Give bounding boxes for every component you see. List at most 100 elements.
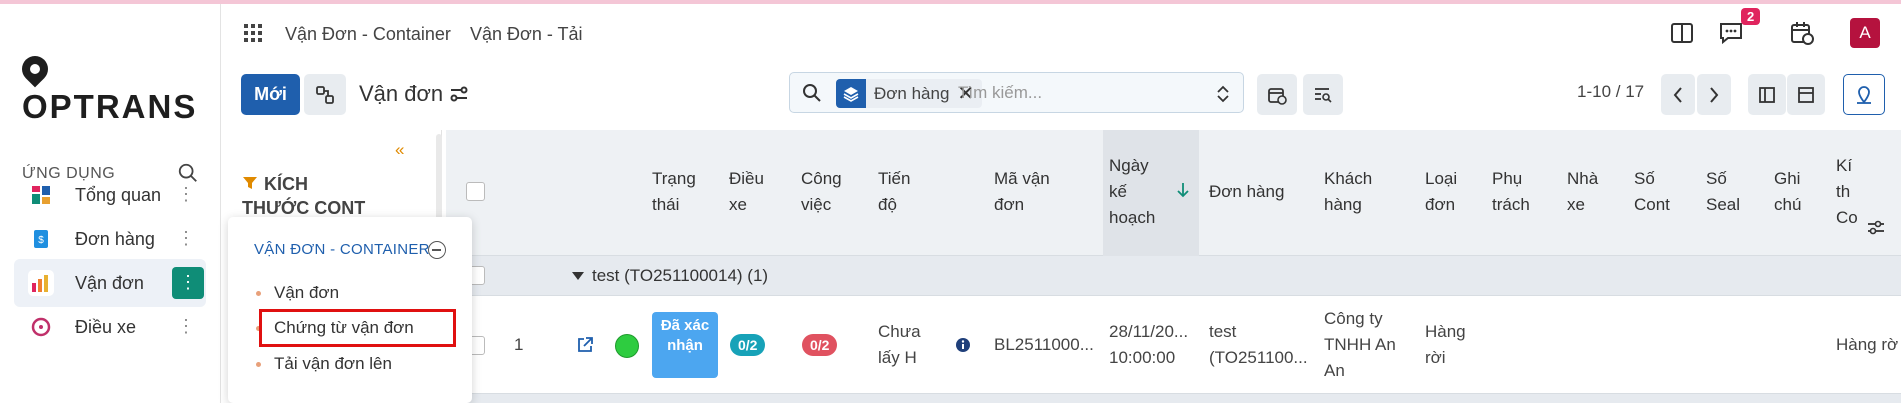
chat-icon[interactable] bbox=[1718, 20, 1744, 46]
sidebar-item-orders[interactable]: $ Đơn hàng ⋮ bbox=[14, 215, 206, 263]
sidebar-item-label: Vận đơn bbox=[75, 272, 144, 293]
sidebar-item-dispatch[interactable]: Điều xe ⋮ bbox=[14, 303, 206, 351]
link-button[interactable] bbox=[304, 74, 346, 115]
col-dispatch[interactable]: Điều xe bbox=[729, 166, 779, 218]
sort-down-icon[interactable] bbox=[1175, 181, 1191, 199]
info-icon[interactable] bbox=[955, 337, 971, 353]
dropdown-header[interactable]: VẬN ĐƠN - CONTAINER bbox=[254, 241, 430, 258]
logo-text: OPTRANS bbox=[22, 88, 198, 125]
table-row[interactable]: 1 Đã xác nhận 0/2 0/2 Chưa lấy H BL25110… bbox=[446, 296, 1901, 394]
search-panel-button[interactable] bbox=[1303, 74, 1343, 115]
calendar-icon bbox=[1268, 87, 1287, 105]
more-options-icon[interactable]: ⋮ bbox=[174, 227, 198, 251]
table-header: Trạng thái Điều xe Công việc Tiến độ Mã … bbox=[446, 130, 1901, 256]
search-bar[interactable]: Đơn hàng ✕ Tìm kiếm... bbox=[789, 72, 1244, 113]
next-page-button[interactable] bbox=[1697, 74, 1731, 115]
menu-item-upload-bills[interactable]: Tải vận đơn lên bbox=[256, 354, 392, 374]
toggle-dropdown-icon[interactable] bbox=[1216, 85, 1230, 103]
more-options-icon[interactable]: ⋮ bbox=[172, 267, 204, 299]
chevron-left-icon bbox=[1673, 86, 1682, 103]
sidebar-item-label: Điều xe bbox=[75, 316, 137, 337]
kanban-view-icon bbox=[1798, 86, 1814, 103]
row-date: 28/11/20... bbox=[1109, 322, 1189, 341]
sidebar-item-overview[interactable]: Tổng quan ⋮ bbox=[14, 171, 206, 219]
topnav-truck[interactable]: Vận Đơn - Tải bbox=[470, 24, 583, 45]
col-order[interactable]: Đơn hàng bbox=[1209, 179, 1284, 205]
topnav-container[interactable]: Vận Đơn - Container bbox=[285, 24, 451, 45]
column-settings-icon[interactable] bbox=[1866, 218, 1886, 236]
filter-title: KÍCH THƯỚC CONT bbox=[242, 172, 372, 220]
row-type: Hàng rời bbox=[1425, 322, 1466, 367]
page-title: Vận đơn bbox=[359, 81, 444, 106]
bar-chart-icon bbox=[28, 270, 54, 296]
calendar-filter-button[interactable] bbox=[1257, 74, 1297, 115]
svg-text:$: $ bbox=[38, 235, 44, 246]
link-icon bbox=[316, 85, 334, 104]
col-jobs[interactable]: Công việc bbox=[801, 166, 851, 218]
more-options-icon[interactable]: ⋮ bbox=[174, 183, 198, 207]
new-button[interactable]: Mới bbox=[241, 74, 300, 115]
collapse-panel-icon[interactable]: « bbox=[395, 140, 404, 160]
search-input[interactable]: Tìm kiếm... bbox=[958, 83, 1042, 103]
col-customer[interactable]: Khách hàng bbox=[1324, 166, 1384, 218]
row-code: BL2511000... bbox=[994, 335, 1094, 354]
status-dot bbox=[615, 334, 639, 358]
layers-icon bbox=[836, 79, 866, 108]
map-pin-icon bbox=[1857, 85, 1871, 104]
col-note[interactable]: Ghi chú bbox=[1774, 166, 1818, 218]
previous-page-button[interactable] bbox=[1661, 74, 1695, 115]
menu-item-bills[interactable]: Vận đơn bbox=[255, 283, 339, 303]
notification-badge: 2 bbox=[1741, 8, 1761, 25]
external-link-icon[interactable] bbox=[576, 336, 594, 354]
top-bar: Vận Đơn - Container Vận Đơn - Tải bbox=[221, 4, 1901, 62]
more-options-icon[interactable]: ⋮ bbox=[174, 315, 198, 339]
row-progress: Chưa lấy H bbox=[878, 322, 921, 367]
col-status[interactable]: Trạng thái bbox=[652, 166, 706, 218]
panel-toggle-icon[interactable] bbox=[1669, 20, 1695, 46]
data-table: Trạng thái Điều xe Công việc Tiến độ Mã … bbox=[446, 130, 1901, 403]
collapse-circle-icon[interactable] bbox=[428, 241, 446, 259]
col-progress[interactable]: Tiến độ bbox=[878, 166, 928, 218]
dashboard-icon bbox=[28, 182, 54, 208]
sidebar: OPTRANS ỨNG DỤNG Tổng quan ⋮ $ Đơn hàng … bbox=[0, 4, 221, 403]
col-plan-date[interactable]: Ngày kế hoạch bbox=[1109, 153, 1161, 231]
col-type[interactable]: Loại đơn bbox=[1425, 166, 1465, 218]
sidebar-item-bills[interactable]: Vận đơn ⋮ bbox=[14, 259, 206, 307]
col-carrier[interactable]: Nhà xe bbox=[1567, 166, 1607, 218]
col-size-partial[interactable]: Kí th Co bbox=[1836, 153, 1862, 231]
avatar[interactable]: A bbox=[1850, 18, 1880, 48]
chevron-right-icon bbox=[1710, 86, 1719, 103]
list-view-icon bbox=[1759, 86, 1775, 103]
status-badge: Đã xác nhận bbox=[652, 312, 718, 378]
pager-value[interactable]: 1-10 / 17 bbox=[1577, 82, 1644, 102]
sidebar-item-label: Tổng quan bbox=[75, 184, 162, 205]
funnel-icon bbox=[243, 177, 257, 189]
list-view-button[interactable] bbox=[1748, 74, 1786, 115]
table-footer-strip bbox=[446, 394, 1901, 403]
kanban-view-button[interactable] bbox=[1787, 74, 1825, 115]
row-size: Hàng rờ bbox=[1836, 335, 1899, 354]
calendar-clock-icon[interactable] bbox=[1789, 20, 1815, 46]
facet-label: Đơn hàng bbox=[874, 83, 950, 103]
select-all-checkbox[interactable] bbox=[466, 182, 485, 201]
steering-wheel-icon bbox=[28, 314, 54, 340]
sidebar-item-label: Đơn hàng bbox=[75, 228, 155, 249]
row-customer: Công ty TNHH An An bbox=[1324, 309, 1396, 380]
apps-grid-icon[interactable] bbox=[243, 23, 263, 43]
col-seal-no[interactable]: Số Seal bbox=[1706, 166, 1750, 218]
logo[interactable]: OPTRANS bbox=[16, 50, 220, 126]
group-label: test (TO251100014) (1) bbox=[592, 266, 769, 285]
order-icon: $ bbox=[28, 226, 54, 252]
map-view-button[interactable] bbox=[1843, 74, 1885, 115]
settings-icon[interactable] bbox=[449, 84, 469, 104]
bills-dropdown-menu: VẬN ĐƠN - CONTAINER Vận đơn Chứng từ vận… bbox=[228, 217, 472, 403]
group-row[interactable]: test (TO251100014) (1) bbox=[446, 256, 1901, 296]
row-order: test (TO251100... bbox=[1209, 322, 1308, 367]
col-cont-no[interactable]: Số Cont bbox=[1634, 166, 1678, 218]
col-owner[interactable]: Phụ trách bbox=[1492, 166, 1542, 218]
location-pin-icon bbox=[16, 50, 54, 88]
highlight-box bbox=[259, 309, 456, 347]
caret-down-icon[interactable] bbox=[572, 272, 584, 280]
col-code[interactable]: Mã vận đơn bbox=[994, 166, 1064, 218]
row-index: 1 bbox=[514, 335, 524, 354]
